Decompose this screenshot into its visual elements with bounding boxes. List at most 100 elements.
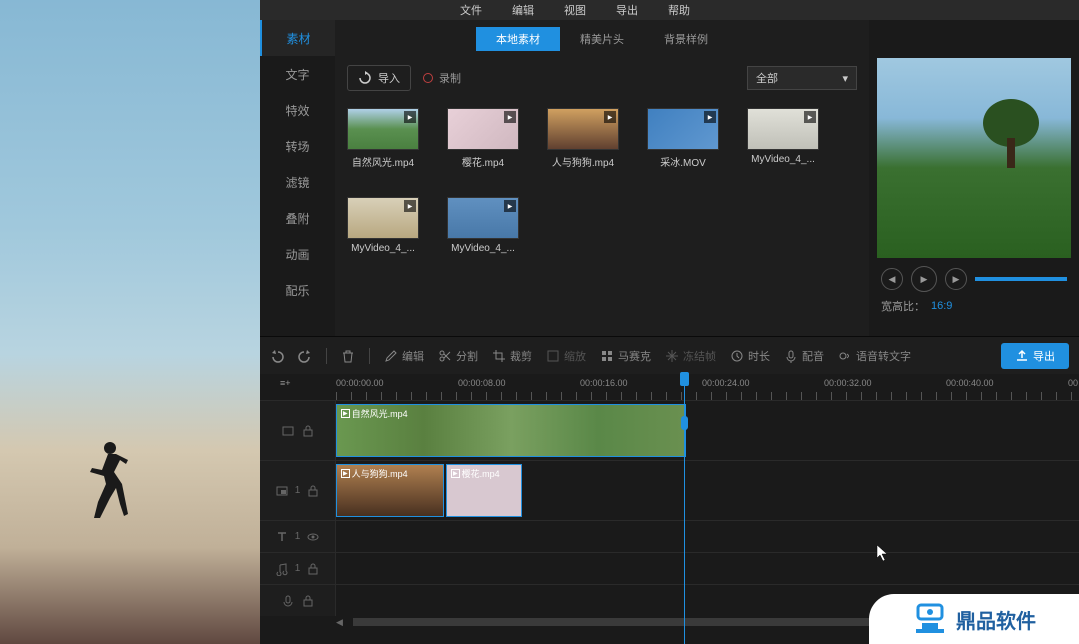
freeze-button[interactable]: 冻结帧 <box>665 348 716 364</box>
undo-button[interactable] <box>270 349 284 363</box>
record-button[interactable]: 录制 <box>423 70 461 86</box>
sidebar-media[interactable]: 素材 <box>260 20 335 56</box>
media-item[interactable]: 自然风光.mp4 <box>347 108 419 169</box>
pencil-icon <box>384 349 398 363</box>
play-badge-icon <box>804 111 816 123</box>
sidebar-music[interactable]: 配乐 <box>260 272 335 308</box>
media-label: MyVideo_4_... <box>747 154 819 165</box>
watermark-text: 鼎品软件 <box>956 605 1036 634</box>
text-track-icon <box>275 530 289 544</box>
pip-track-icon <box>275 484 289 498</box>
import-button[interactable]: 导入 <box>347 65 411 91</box>
video-track-2: 1 人与狗狗.mp4 樱花.mp4 <box>260 460 1079 520</box>
menu-help[interactable]: 帮助 <box>668 2 690 18</box>
media-item[interactable]: MyVideo_4_... <box>747 108 819 169</box>
track-head-text[interactable]: 1 <box>260 521 336 552</box>
speech-icon <box>838 349 852 363</box>
playhead-grip[interactable] <box>681 416 688 430</box>
duration-button[interactable]: 时长 <box>730 348 770 364</box>
media-thumbnail[interactable] <box>347 108 419 150</box>
split-button[interactable]: 分割 <box>438 348 478 364</box>
menu-file[interactable]: 文件 <box>460 2 482 18</box>
media-label: MyVideo_4_... <box>447 243 519 254</box>
sidebar-animation[interactable]: 动画 <box>260 236 335 272</box>
zoom-button[interactable]: 缩放 <box>546 348 586 364</box>
media-item[interactable]: 樱花.mp4 <box>447 108 519 169</box>
play-badge-icon <box>704 111 716 123</box>
tab-local[interactable]: 本地素材 <box>476 27 560 51</box>
clip-nature[interactable]: 自然风光.mp4 <box>336 404 686 457</box>
menu-export[interactable]: 导出 <box>616 2 638 18</box>
play-button[interactable]: ▶ <box>911 266 937 292</box>
progress-bar[interactable] <box>975 277 1067 281</box>
timeline-ruler[interactable]: ≡+ 00:00:00.00 00:00:08.00 00:00:16.00 0… <box>260 374 1079 400</box>
play-badge-icon <box>404 200 416 212</box>
media-label: 樱花.mp4 <box>447 154 519 169</box>
media-item[interactable]: MyVideo_4_... <box>347 197 419 254</box>
track-head-voice[interactable] <box>260 585 336 616</box>
stt-button[interactable]: 语音转文字 <box>838 348 911 364</box>
media-item[interactable]: 人与狗狗.mp4 <box>547 108 619 169</box>
menu-view[interactable]: 视图 <box>564 2 586 18</box>
delete-button[interactable] <box>341 349 355 363</box>
clip-sakura[interactable]: 樱花.mp4 <box>446 464 522 517</box>
crop-button[interactable]: 裁剪 <box>492 348 532 364</box>
mosaic-button[interactable]: 马赛克 <box>600 348 651 364</box>
snowflake-icon <box>665 349 679 363</box>
media-thumbnail[interactable] <box>747 108 819 150</box>
media-tabs: 本地素材 精美片头 背景样例 <box>335 20 869 48</box>
scroll-left-icon[interactable]: ◀ <box>336 617 343 628</box>
filter-dropdown[interactable]: 全部 ▾ <box>747 66 857 90</box>
clip-dog[interactable]: 人与狗狗.mp4 <box>336 464 444 517</box>
media-grid: 自然风光.mp4 樱花.mp4 人与狗狗.mp4 采冰.MOV MyVideo_4_..… <box>335 98 869 336</box>
media-thumbnail[interactable] <box>347 197 419 239</box>
track-head-video[interactable] <box>260 401 336 460</box>
media-thumbnail[interactable] <box>447 108 519 150</box>
track-head-audio[interactable]: 1 <box>260 553 336 584</box>
media-label: 采冰.MOV <box>647 154 719 169</box>
media-label: 自然风光.mp4 <box>347 154 419 169</box>
menu-edit[interactable]: 编辑 <box>512 2 534 18</box>
media-toolbar: 导入 录制 全部 ▾ <box>335 58 869 98</box>
text-track: 1 <box>260 520 1079 552</box>
eye-icon <box>306 530 320 544</box>
voice-button[interactable]: 配音 <box>784 348 824 364</box>
redo-button[interactable] <box>298 349 312 363</box>
timeline-toolbar: 编辑 分割 裁剪 缩放 马赛克 冻结帧 时长 配音 语音转文字 导出 <box>260 336 1079 374</box>
ruler-menu-icon[interactable]: ≡+ <box>280 378 300 394</box>
lock-icon <box>306 562 320 576</box>
sidebar-transition[interactable]: 转场 <box>260 128 335 164</box>
media-label: MyVideo_4_... <box>347 243 419 254</box>
preview-panel: ◀ ▶ ▶ 宽高比： 16:9 <box>869 20 1079 336</box>
media-item[interactable]: MyVideo_4_... <box>447 197 519 254</box>
crop-icon <box>492 349 506 363</box>
background-image <box>0 0 260 644</box>
sidebar-text[interactable]: 文字 <box>260 56 335 92</box>
tab-bg[interactable]: 背景样例 <box>644 27 728 51</box>
video-track-icon <box>281 424 295 438</box>
scissors-icon <box>438 349 452 363</box>
menubar: 文件 编辑 视图 导出 帮助 <box>260 0 1079 20</box>
playhead[interactable] <box>684 374 685 644</box>
preview-video[interactable] <box>877 58 1071 258</box>
chevron-down-icon: ▾ <box>842 72 848 85</box>
media-thumbnail[interactable] <box>547 108 619 150</box>
next-frame-button[interactable]: ▶ <box>945 268 967 290</box>
media-thumbnail[interactable] <box>447 197 519 239</box>
sidebar-fx[interactable]: 特效 <box>260 92 335 128</box>
playhead-handle[interactable] <box>680 372 689 386</box>
sidebar-filter[interactable]: 滤镜 <box>260 164 335 200</box>
watermark-logo-icon <box>912 601 948 637</box>
media-thumbnail[interactable] <box>647 108 719 150</box>
mic-track-icon <box>281 594 295 608</box>
zoom-icon <box>546 349 560 363</box>
lock-icon <box>301 594 315 608</box>
edit-button[interactable]: 编辑 <box>384 348 424 364</box>
aspect-value[interactable]: 16:9 <box>931 300 952 312</box>
track-head-video2[interactable]: 1 <box>260 461 336 520</box>
media-item[interactable]: 采冰.MOV <box>647 108 719 169</box>
export-button[interactable]: 导出 <box>1001 343 1069 369</box>
tab-intro[interactable]: 精美片头 <box>560 27 644 51</box>
sidebar-overlay[interactable]: 叠附 <box>260 200 335 236</box>
prev-frame-button[interactable]: ◀ <box>881 268 903 290</box>
